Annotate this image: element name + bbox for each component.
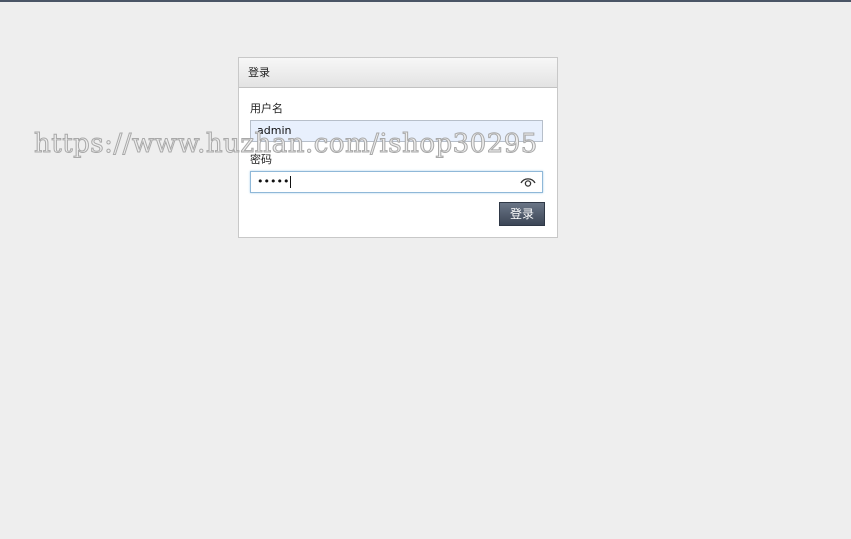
username-label: 用户名 (250, 102, 283, 115)
login-button[interactable]: 登录 (499, 202, 545, 226)
text-caret (290, 176, 292, 188)
login-panel: 登录 用户名 admin 密码 ••••• 登录 (238, 57, 558, 238)
username-value: admin (257, 124, 292, 137)
eye-icon[interactable] (520, 176, 536, 188)
password-input[interactable]: ••••• (250, 171, 543, 193)
login-panel-title: 登录 (239, 58, 557, 88)
password-value: ••••• (257, 175, 290, 188)
top-bar (0, 0, 851, 2)
password-label: 密码 (250, 153, 272, 166)
username-input[interactable]: admin (250, 120, 543, 142)
